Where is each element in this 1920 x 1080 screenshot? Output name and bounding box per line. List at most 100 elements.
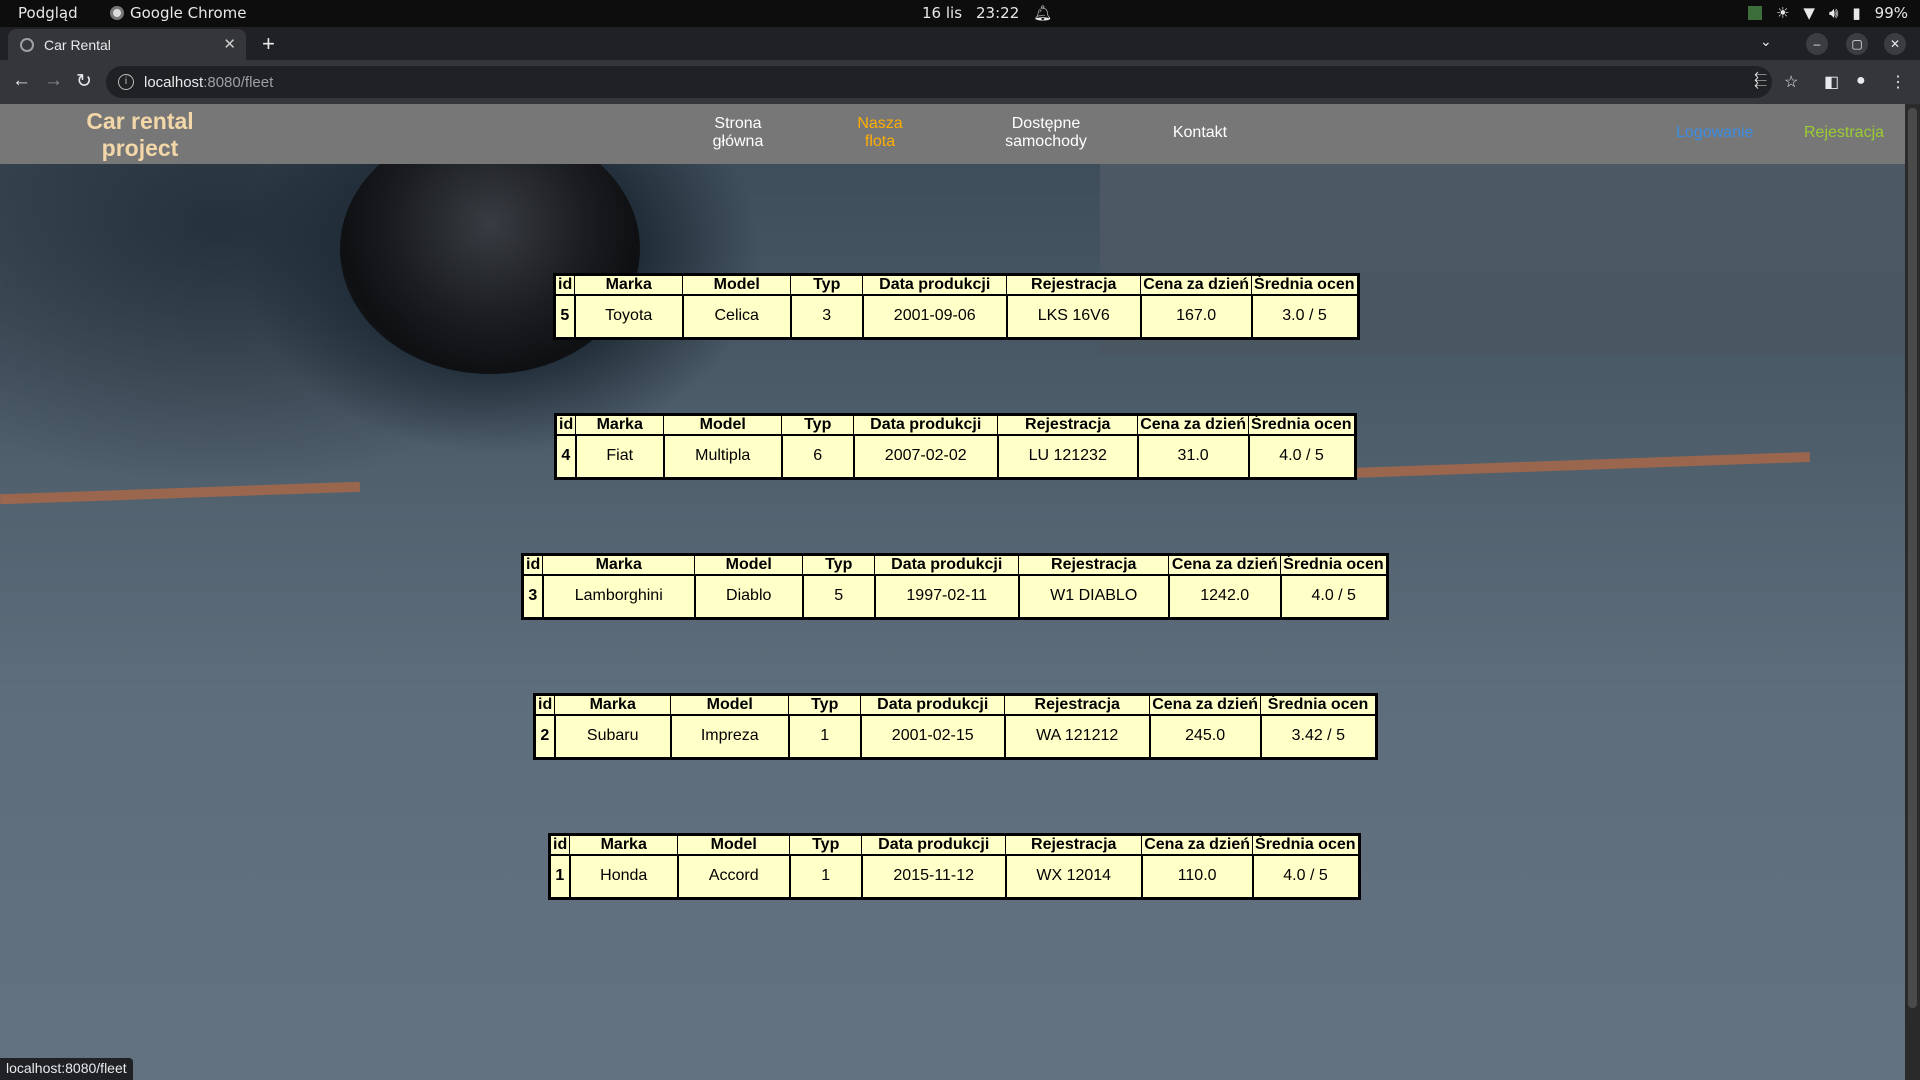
table-header-row: id Marka Model Typ Data produkcji Rejestracja… xyxy=(553,274,1359,296)
volume-icon: 🔊︎ xyxy=(1828,4,1839,22)
tab-title: Car Rental xyxy=(44,36,111,53)
clock[interactable]: 16 lis 23:22 🔔︎ xyxy=(922,4,1052,22)
car-table: id Marka Model Typ Data produkcji Rejestracja… xyxy=(553,273,1360,340)
header-make: Marka xyxy=(575,414,665,436)
production-date-cell: 2001-02-15 xyxy=(859,714,1006,759)
chrome-menu-icon[interactable]: ⋮ xyxy=(1890,72,1906,92)
page-scrollbar[interactable] xyxy=(1905,104,1920,1080)
minimize-button[interactable]: – xyxy=(1806,33,1828,55)
table-row: 5 Toyota Celica 3 2001-09-06 LKS 16V6 167.0 3.0… xyxy=(553,294,1360,339)
activities-button[interactable]: Podgląd xyxy=(18,4,78,22)
nav-home-link[interactable]: Strona główna xyxy=(698,115,778,151)
header-model: Model xyxy=(663,414,783,436)
rating-cell: 4.0 / 5 xyxy=(1247,434,1357,479)
browser-tab[interactable]: Car Rental ✕ xyxy=(8,29,246,60)
header-production-date: Data produkcji xyxy=(860,694,1006,716)
id-cell: 2 xyxy=(533,714,556,759)
forward-arrow-icon[interactable]: → xyxy=(44,70,63,92)
road-stripe-right xyxy=(1349,451,1811,479)
chrome-icon xyxy=(110,6,124,20)
table-header-row: id Marka Model Typ Data produkcji Rejestracja… xyxy=(533,694,1378,716)
header-production-date: Data produkcji xyxy=(853,414,999,436)
nav-available-cars-link[interactable]: Dostępne samochody xyxy=(995,115,1097,151)
registration-cell: LU 121232 xyxy=(996,434,1139,479)
header-make: Marka xyxy=(574,274,684,296)
header-make: Marka xyxy=(542,554,696,576)
registration-cell: WA 121212 xyxy=(1003,714,1151,759)
header-rating: Średnia ocen xyxy=(1252,834,1360,856)
time-label: 23:22 xyxy=(976,4,1020,22)
close-tab-icon[interactable]: ✕ xyxy=(223,35,236,53)
header-id: id xyxy=(554,414,577,436)
type-cell: 1 xyxy=(788,854,863,899)
close-window-button[interactable]: ✕ xyxy=(1884,33,1906,55)
address-bar[interactable]: i localhost:8080/fleet xyxy=(106,66,1772,98)
nav-fleet-line-1: Nasza xyxy=(857,115,903,132)
back-arrow-icon[interactable]: ← xyxy=(12,70,31,92)
new-tab-button[interactable]: + xyxy=(262,31,275,57)
register-link[interactable]: Rejestracja xyxy=(1804,124,1884,142)
price-cell: 167.0 xyxy=(1139,294,1253,339)
brand-line-1: Car rental xyxy=(86,108,194,134)
site-navbar: Car rental project Strona główna Nasza f… xyxy=(0,104,1905,164)
header-type: Typ xyxy=(781,414,855,436)
type-cell: 1 xyxy=(787,714,862,759)
make-cell: Fiat xyxy=(574,434,665,479)
nav-fleet-link[interactable]: Nasza flota xyxy=(840,115,920,151)
table-header-row: id Marka Model Typ Data produkcji Rejestracja… xyxy=(554,414,1356,436)
table-row: 2 Subaru Impreza 1 2001-02-15 WA 121212 245.0 3… xyxy=(533,714,1378,759)
side-panel-icon[interactable]: ◧ xyxy=(1824,72,1839,92)
registration-cell: WX 12014 xyxy=(1004,854,1143,899)
registration-cell: LKS 16V6 xyxy=(1005,294,1142,339)
url-path: :8080/fleet xyxy=(203,73,274,91)
scrollbar-thumb[interactable] xyxy=(1908,108,1917,1008)
header-rating: Średnia ocen xyxy=(1280,554,1388,576)
restore-button[interactable]: ▢ xyxy=(1846,33,1868,55)
rating-cell: 3.0 / 5 xyxy=(1250,294,1360,339)
header-price: Cena za dzień xyxy=(1141,834,1254,856)
header-price: Cena za dzień xyxy=(1168,554,1282,576)
price-cell: 31.0 xyxy=(1136,434,1250,479)
battery-level: 99% xyxy=(1874,4,1908,22)
app-menu[interactable]: Google Chrome xyxy=(110,4,247,22)
nav-available-line-1: Dostępne xyxy=(1011,115,1081,132)
header-model: Model xyxy=(670,694,790,716)
table-row: 3 Lamborghini Diablo 5 1997-02-11 W1 DIABLO 12… xyxy=(521,574,1389,619)
car-table: id Marka Model Typ Data produkcji Rejestracja… xyxy=(533,693,1379,760)
profile-icon[interactable]: ● xyxy=(1856,72,1866,90)
header-type: Typ xyxy=(790,274,864,296)
bookmark-star-icon[interactable]: ☆ xyxy=(1784,72,1798,92)
brightness-icon: ☀ xyxy=(1775,4,1790,22)
brand-logo[interactable]: Car rental project xyxy=(60,108,220,162)
login-link[interactable]: Logowanie xyxy=(1676,124,1753,142)
header-production-date: Data produkcji xyxy=(862,274,1008,296)
page-viewport: Car rental project Strona główna Nasza f… xyxy=(0,104,1920,1080)
site-info-icon[interactable]: i xyxy=(118,74,134,90)
share-icon[interactable]: ⬱ xyxy=(1754,72,1767,90)
header-model: Model xyxy=(682,274,792,296)
make-cell: Subaru xyxy=(553,714,672,759)
id-cell: 3 xyxy=(521,574,544,619)
app-name: Google Chrome xyxy=(130,4,247,22)
link-status-bubble: localhost:8080/fleet xyxy=(0,1058,133,1080)
header-type: Typ xyxy=(788,694,862,716)
table-header-row: id Marka Model Typ Data produkcji Rejestracja… xyxy=(548,834,1360,856)
tab-search-chevron-icon[interactable]: ⌄ xyxy=(1760,33,1772,50)
globe-icon xyxy=(20,37,34,52)
nav-home-line-1: Strona xyxy=(714,115,762,132)
wifi-icon: ▼ xyxy=(1803,4,1815,22)
reload-icon[interactable]: ↻ xyxy=(76,70,92,93)
header-price: Cena za dzień xyxy=(1149,694,1262,716)
registration-cell: W1 DIABLO xyxy=(1017,574,1170,619)
bell-icon: 🔔︎ xyxy=(1033,4,1053,22)
production-date-cell: 2001-09-06 xyxy=(861,294,1008,339)
url-host: localhost xyxy=(144,73,204,91)
os-top-bar: Podgląd Google Chrome 16 lis 23:22 🔔︎ ☀ … xyxy=(0,0,1920,27)
model-cell: Accord xyxy=(676,854,791,899)
type-cell: 5 xyxy=(801,574,876,619)
system-tray[interactable]: ☀ ▼ 🔊︎ ▮ 99% xyxy=(1747,4,1908,22)
table-row: 4 Fiat Multipla 6 2007-02-02 LU 121232 31.0 4.0… xyxy=(554,434,1357,479)
nav-contact-link[interactable]: Kontakt xyxy=(1160,124,1240,142)
header-rating: Średnia ocen xyxy=(1248,414,1356,436)
table-row: 1 Honda Accord 1 2015-11-12 WX 12014 110.0 4.0 … xyxy=(548,854,1361,899)
